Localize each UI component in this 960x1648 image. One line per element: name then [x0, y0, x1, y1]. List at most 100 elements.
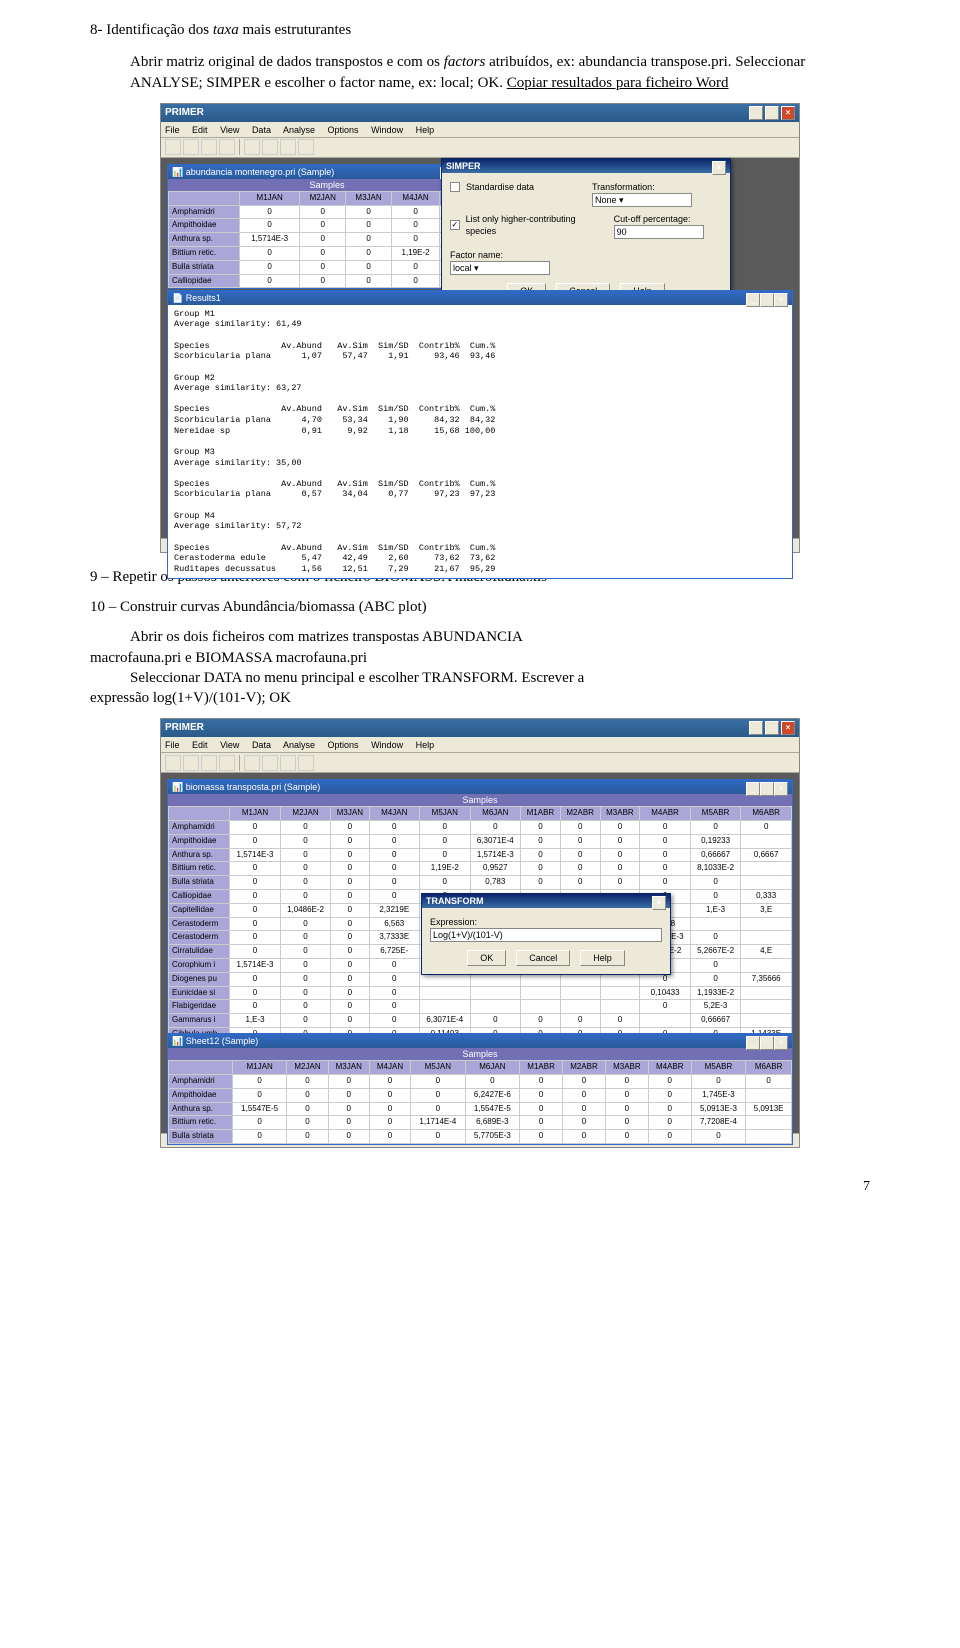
- min-icon[interactable]: _: [746, 1036, 760, 1050]
- col-header[interactable]: M1JAN: [232, 1061, 287, 1075]
- tool-print-icon[interactable]: [219, 755, 235, 771]
- cell[interactable]: [741, 917, 792, 931]
- cell[interactable]: 3,E: [741, 903, 792, 917]
- cell[interactable]: [600, 1000, 640, 1014]
- cell[interactable]: 0: [648, 1075, 691, 1089]
- cell[interactable]: 5,2667E-2: [690, 945, 741, 959]
- col-header[interactable]: M2ABR: [563, 1061, 606, 1075]
- cell[interactable]: [420, 1000, 471, 1014]
- tool-help-icon[interactable]: [298, 755, 314, 771]
- cell[interactable]: 0: [640, 834, 691, 848]
- cell[interactable]: 0: [369, 1075, 410, 1089]
- cell[interactable]: 0: [369, 890, 420, 904]
- row-header[interactable]: Anthura sp.: [169, 848, 230, 862]
- cell[interactable]: 6,2427E-6: [465, 1088, 520, 1102]
- cell[interactable]: 0: [465, 1075, 520, 1089]
- cell[interactable]: 0: [369, 821, 420, 835]
- cell[interactable]: 0: [331, 931, 369, 945]
- minimize-button[interactable]: _: [749, 721, 763, 735]
- cell[interactable]: 0: [300, 274, 346, 288]
- cell[interactable]: 0: [560, 848, 600, 862]
- cell[interactable]: 0: [640, 1000, 691, 1014]
- cell[interactable]: 0: [605, 1075, 648, 1089]
- cell[interactable]: 0: [391, 274, 439, 288]
- cell[interactable]: 0: [690, 876, 741, 890]
- cell[interactable]: [470, 1000, 521, 1014]
- cell[interactable]: 0: [691, 1075, 746, 1089]
- cell[interactable]: 0: [369, 834, 420, 848]
- cell[interactable]: 0: [328, 1075, 369, 1089]
- cell[interactable]: [690, 917, 741, 931]
- cell[interactable]: 0: [521, 1014, 561, 1028]
- cell[interactable]: 1,5547E-5: [232, 1102, 287, 1116]
- cell[interactable]: 0: [690, 972, 741, 986]
- cell[interactable]: 0: [232, 1130, 287, 1144]
- ok-button[interactable]: OK: [467, 950, 506, 966]
- cell[interactable]: [746, 1088, 792, 1102]
- cell[interactable]: 0: [280, 890, 331, 904]
- tool-copy-icon[interactable]: [262, 139, 278, 155]
- col-header[interactable]: M3JAN: [331, 807, 369, 821]
- cell[interactable]: 0: [331, 821, 369, 835]
- cell[interactable]: 0: [287, 1075, 328, 1089]
- cell[interactable]: 0: [328, 1102, 369, 1116]
- cell[interactable]: 0,333: [741, 890, 792, 904]
- col-header[interactable]: M6ABR: [741, 807, 792, 821]
- cell[interactable]: 0,19233: [690, 834, 741, 848]
- cell[interactable]: 0: [420, 876, 471, 890]
- cell[interactable]: 0: [411, 1130, 466, 1144]
- col-header[interactable]: M4JAN: [369, 807, 420, 821]
- col-header[interactable]: M2JAN: [287, 1061, 328, 1075]
- row-header[interactable]: Bittium retic.: [169, 1116, 233, 1130]
- cell[interactable]: 0: [328, 1130, 369, 1144]
- cell[interactable]: [741, 931, 792, 945]
- cell[interactable]: 1,19E-2: [420, 862, 471, 876]
- cell[interactable]: 1,1714E-4: [411, 1116, 466, 1130]
- cell[interactable]: 0: [287, 1088, 328, 1102]
- min-icon[interactable]: _: [746, 293, 760, 307]
- cell[interactable]: 0: [690, 821, 741, 835]
- cell[interactable]: 0: [287, 1130, 328, 1144]
- cell[interactable]: 0: [391, 219, 439, 233]
- row-header[interactable]: Cirratulidae: [169, 945, 230, 959]
- cell[interactable]: 0: [391, 233, 439, 247]
- cell[interactable]: 0: [230, 945, 281, 959]
- cell[interactable]: 0: [369, 959, 420, 973]
- col-header[interactable]: M4JAN: [391, 191, 439, 205]
- menu-analyse[interactable]: Analyse: [283, 125, 315, 135]
- cell[interactable]: 0: [280, 821, 331, 835]
- row-header[interactable]: Ampithoidae: [169, 1088, 233, 1102]
- cell[interactable]: [741, 834, 792, 848]
- tool-help-icon[interactable]: [298, 139, 314, 155]
- cell[interactable]: [640, 1014, 691, 1028]
- cell[interactable]: 0: [560, 1014, 600, 1028]
- cell[interactable]: [741, 876, 792, 890]
- max-icon[interactable]: □: [760, 782, 774, 796]
- cell[interactable]: 0: [300, 233, 346, 247]
- row-header[interactable]: Amphamidri: [169, 205, 240, 219]
- maximize-button[interactable]: □: [765, 721, 779, 735]
- cell[interactable]: 0: [563, 1088, 606, 1102]
- cell[interactable]: [521, 986, 561, 1000]
- cell[interactable]: 0: [605, 1102, 648, 1116]
- cell[interactable]: 0: [563, 1102, 606, 1116]
- cell[interactable]: 0: [369, 986, 420, 1000]
- cell[interactable]: 0: [420, 821, 471, 835]
- close-icon[interactable]: ×: [774, 782, 788, 796]
- cell[interactable]: [521, 1000, 561, 1014]
- cell[interactable]: 0: [648, 1130, 691, 1144]
- cell[interactable]: 0: [600, 821, 640, 835]
- cancel-button[interactable]: Cancel: [516, 950, 570, 966]
- cell[interactable]: 0: [369, 862, 420, 876]
- cell[interactable]: 0: [563, 1130, 606, 1144]
- cell[interactable]: 0: [600, 848, 640, 862]
- cell[interactable]: 5,2E-3: [690, 1000, 741, 1014]
- menu-options[interactable]: Options: [328, 740, 359, 750]
- cell[interactable]: [470, 986, 521, 1000]
- cell[interactable]: 0: [690, 890, 741, 904]
- cell[interactable]: 2,3219E: [369, 903, 420, 917]
- row-header[interactable]: Flabigeridae: [169, 1000, 230, 1014]
- cell[interactable]: 8,1033E-2: [690, 862, 741, 876]
- menu-edit[interactable]: Edit: [192, 740, 208, 750]
- row-header[interactable]: Bulla striata: [169, 260, 240, 274]
